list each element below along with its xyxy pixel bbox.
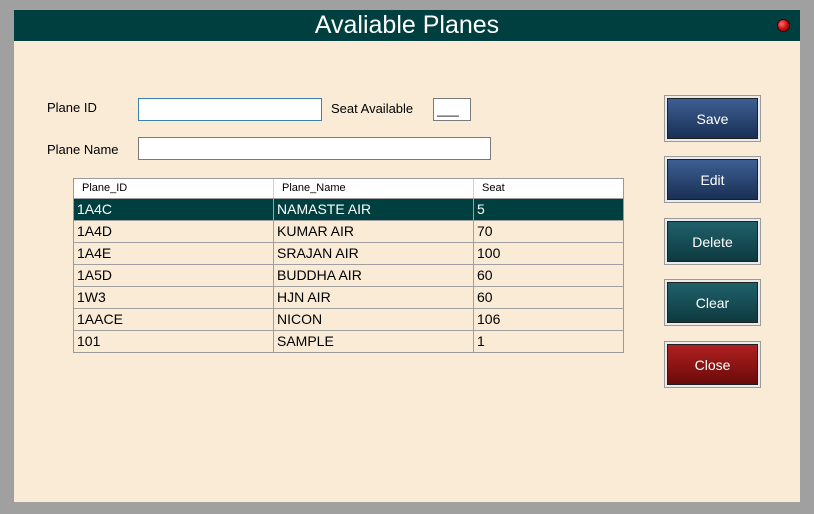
delete-button[interactable]: Delete — [667, 221, 758, 262]
cell-plane-name: BUDDHA AIR — [274, 265, 474, 286]
cell-seat: 100 — [477, 245, 501, 261]
plane-form-window: Avaliable Planes Plane ID Seat Available… — [14, 10, 800, 502]
edit-button-frame: Edit — [664, 156, 761, 203]
cell-seat: 60 — [477, 267, 493, 283]
window-title: Avaliable Planes — [314, 11, 500, 39]
grid-header: Plane_ID Plane_Name Seat — [74, 179, 623, 198]
column-header-seat[interactable]: Seat — [474, 179, 623, 198]
close-button-frame: Close — [664, 341, 761, 388]
cell-seat: 106 — [477, 311, 501, 327]
column-header-plane-name[interactable]: Plane_Name — [274, 179, 474, 198]
cell-plane-name: NICON — [274, 309, 474, 330]
cell-plane-id: 1A4C — [74, 199, 274, 220]
plane-name-input[interactable] — [138, 137, 491, 160]
seat-available-input[interactable] — [433, 98, 471, 121]
clear-button-frame: Clear — [664, 279, 761, 326]
plane-id-input[interactable] — [138, 98, 322, 121]
cell-plane-name: HJN AIR — [274, 287, 474, 308]
cell-plane-id: 1A5D — [74, 265, 274, 286]
title-bar: Avaliable Planes — [14, 10, 800, 41]
cell-seat: 1 — [477, 333, 485, 349]
table-row[interactable]: 1A4D KUMAR AIR 70 — [74, 220, 623, 242]
table-row[interactable]: 1AACE NICON 106 — [74, 308, 623, 330]
table-row[interactable]: 101 SAMPLE 1 — [74, 330, 623, 352]
plane-id-label: Plane ID — [47, 100, 97, 115]
clear-button[interactable]: Clear — [667, 282, 758, 323]
table-row[interactable]: 1A5D BUDDHA AIR 60 — [74, 264, 623, 286]
plane-name-label: Plane Name — [47, 142, 119, 157]
table-row[interactable]: 1W3 HJN AIR 60 — [74, 286, 623, 308]
cell-seat: 5 — [477, 201, 485, 217]
cell-plane-name: KUMAR AIR — [274, 221, 474, 242]
cell-plane-id: 1AACE — [74, 309, 274, 330]
cell-plane-id: 101 — [74, 331, 274, 352]
planes-grid[interactable]: Plane_ID Plane_Name Seat 1A4C NAMASTE AI… — [73, 178, 624, 353]
delete-button-frame: Delete — [664, 218, 761, 265]
cell-plane-id: 1W3 — [74, 287, 274, 308]
close-button[interactable]: Close — [667, 344, 758, 385]
save-button-frame: Save — [664, 95, 761, 142]
edit-button[interactable]: Edit — [667, 159, 758, 200]
cell-plane-id: 1A4D — [74, 221, 274, 242]
window-close-icon[interactable] — [777, 19, 790, 32]
seat-available-label: Seat Available — [331, 101, 414, 116]
column-header-plane-id[interactable]: Plane_ID — [74, 179, 274, 198]
cell-plane-name: SAMPLE — [274, 331, 474, 352]
cell-plane-name: NAMASTE AIR — [274, 199, 474, 220]
save-button[interactable]: Save — [667, 98, 758, 139]
cell-plane-name: SRAJAN AIR — [274, 243, 474, 264]
table-row[interactable]: 1A4C NAMASTE AIR 5 — [74, 198, 623, 220]
cell-seat: 70 — [477, 223, 493, 239]
cell-plane-id: 1A4E — [74, 243, 274, 264]
table-row[interactable]: 1A4E SRAJAN AIR 100 — [74, 242, 623, 264]
cell-seat: 60 — [477, 289, 493, 305]
